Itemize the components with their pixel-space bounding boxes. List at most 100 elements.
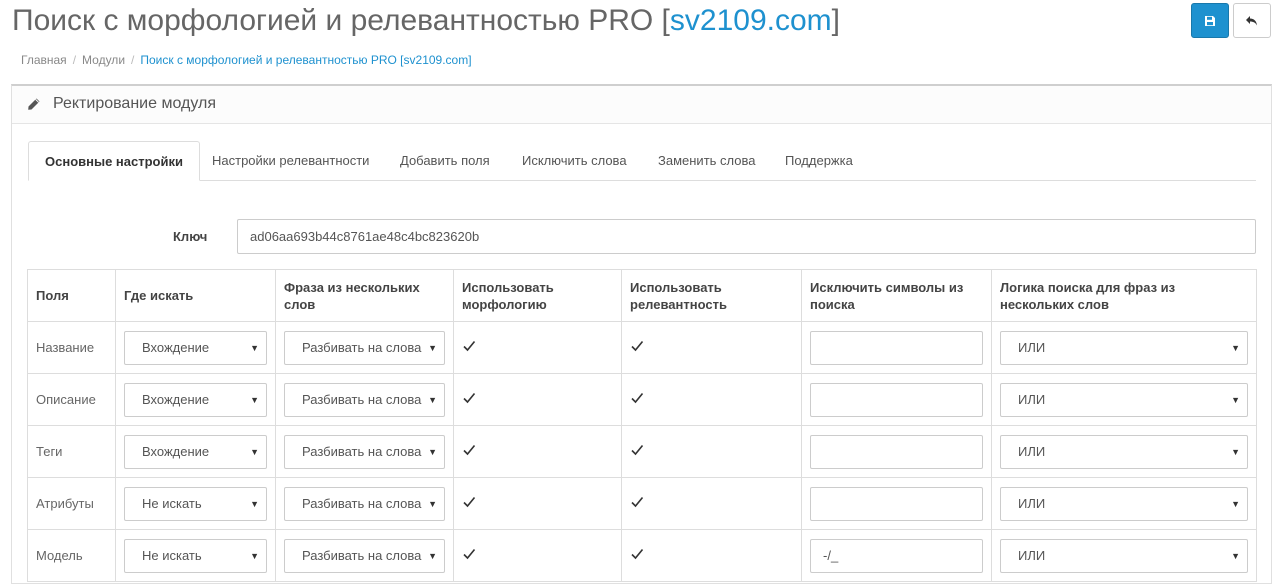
field-name-text: Модель [36,548,83,563]
table-header-row: Поля Где искать Фраза из нескольких слов… [27,269,1257,322]
phrase-select[interactable]: Разбивать на слова ▼ [284,538,445,573]
breadcrumb-item-current[interactable]: Поиск с морфологией и релевантностью PRO… [140,53,471,67]
exclude-symbols-input[interactable] [810,538,983,573]
caret-down-icon: ▼ [428,498,437,509]
where-cell: Не искать ▼ [115,529,276,582]
column-header-exclude-symbols: Исключить символы из поиска [801,269,992,322]
key-label: Ключ [173,229,208,244]
exclude-symbols-input[interactable] [810,434,983,469]
tab-replace-words[interactable]: Заменить слова [642,141,771,181]
logic-select[interactable]: ИЛИ ▼ [1000,330,1248,365]
where-select-value: Вхождение [142,443,210,459]
logic-select[interactable]: ИЛИ ▼ [1000,382,1248,417]
where-select-value: Вхождение [142,339,210,355]
field-name-text: Название [36,340,95,355]
field-name-text: Теги [36,444,63,459]
tab-support[interactable]: Поддержка [769,141,869,181]
tabs: Основные настройки Настройки релевантнос… [28,141,1256,181]
logic-select[interactable]: ИЛИ ▼ [1000,486,1248,521]
phrase-select[interactable]: Разбивать на слова ▼ [284,434,445,469]
reply-icon [1246,15,1257,25]
caret-down-icon: ▼ [1231,550,1240,561]
morphology-checkbox[interactable] [462,495,476,509]
tab-add-fields[interactable]: Добавить поля [384,141,506,181]
caret-down-icon: ▼ [428,446,437,457]
morphology-checkbox[interactable] [462,547,476,561]
logic-cell: ИЛИ ▼ [991,425,1257,478]
where-cell: Вхождение ▼ [115,373,276,426]
where-cell: Вхождение ▼ [115,321,276,374]
phrase-select-value: Разбивать на слова [302,495,422,511]
exclude-cell [801,425,992,478]
caret-down-icon: ▼ [428,550,437,561]
relevance-checkbox[interactable] [630,495,644,509]
breadcrumb-item-modules[interactable]: Модули [82,53,125,67]
exclude-symbols-input[interactable] [810,486,983,521]
caret-down-icon: ▼ [1231,498,1240,509]
where-select[interactable]: Вхождение ▼ [124,382,267,417]
relevance-checkbox[interactable] [630,443,644,457]
caret-down-icon: ▼ [250,342,259,353]
logic-cell: ИЛИ ▼ [991,477,1257,530]
tab-basic-settings[interactable]: Основные настройки [28,141,200,181]
breadcrumb-separator: / [72,53,77,67]
field-name: Название [27,321,116,374]
caret-down-icon: ▼ [1231,446,1240,457]
phrase-select[interactable]: Разбивать на слова ▼ [284,486,445,521]
relevance-cell [621,373,802,426]
page-title-end: ] [831,4,840,37]
caret-down-icon: ▼ [428,342,437,353]
morphology-checkbox[interactable] [462,443,476,457]
morphology-cell [453,321,622,374]
key-input[interactable] [237,219,1256,254]
page-title-text: Поиск с морфологией и релевантностью PRO… [12,4,670,37]
phrase-select-value: Разбивать на слова [302,391,422,407]
logic-select-value: ИЛИ [1018,495,1046,511]
breadcrumb-item-home[interactable]: Главная [21,53,67,67]
page-title-brand: sv2109.com [669,4,832,37]
logic-select-value: ИЛИ [1018,443,1046,459]
morphology-checkbox[interactable] [462,339,476,353]
phrase-select-value: Разбивать на слова [302,443,422,459]
relevance-checkbox[interactable] [630,547,644,561]
morphology-cell [453,477,622,530]
where-select[interactable]: Вхождение ▼ [124,330,267,365]
where-select[interactable]: Не искать ▼ [124,538,267,573]
exclude-symbols-input[interactable] [810,382,983,417]
breadcrumb-separator: / [131,53,135,67]
phrase-select-value: Разбивать на слова [302,547,422,563]
field-name: Модель [27,529,116,582]
where-select[interactable]: Не искать ▼ [124,486,267,521]
logic-cell: ИЛИ ▼ [991,373,1257,426]
relevance-checkbox[interactable] [630,391,644,405]
back-button[interactable] [1233,3,1271,38]
field-name: Теги [27,425,116,478]
tab-exclude-words[interactable]: Исключить слова [506,141,643,181]
where-select[interactable]: Вхождение ▼ [124,434,267,469]
phrase-select[interactable]: Разбивать на слова ▼ [284,330,445,365]
phrase-select[interactable]: Разбивать на слова ▼ [284,382,445,417]
save-button[interactable] [1191,3,1229,38]
where-select-value: Не искать [142,547,202,563]
phrase-cell: Разбивать на слова ▼ [275,529,454,582]
fields-table: Поля Где искать Фраза из нескольких слов… [27,269,1257,582]
save-icon [1205,15,1215,26]
page-header: Поиск с морфологией и релевантностью PRO… [0,0,1282,84]
table-row: Атрибуты Не искать ▼ Разбивать на слова ▼ ИЛИ… [27,477,1257,530]
where-select-value: Не искать [142,495,202,511]
exclude-symbols-input[interactable] [810,330,983,365]
field-name-text: Описание [36,392,96,407]
column-header-search-logic: Логика поиска для фраз из нескольких сло… [991,269,1257,322]
logic-select-value: ИЛИ [1018,547,1046,563]
logic-cell: ИЛИ ▼ [991,321,1257,374]
logic-select[interactable]: ИЛИ ▼ [1000,434,1248,469]
logic-select[interactable]: ИЛИ ▼ [1000,538,1248,573]
relevance-checkbox[interactable] [630,339,644,353]
tab-relevance-settings[interactable]: Настройки релевантности [196,141,385,181]
relevance-cell [621,529,802,582]
logic-select-value: ИЛИ [1018,339,1046,355]
table-row: Теги Вхождение ▼ Разбивать на слова ▼ ИЛИ ▼ [27,425,1257,478]
table-row: Название Вхождение ▼ Разбивать на слова ▼ ИЛИ… [27,321,1257,374]
morphology-checkbox[interactable] [462,391,476,405]
phrase-select-value: Разбивать на слова [302,339,422,355]
